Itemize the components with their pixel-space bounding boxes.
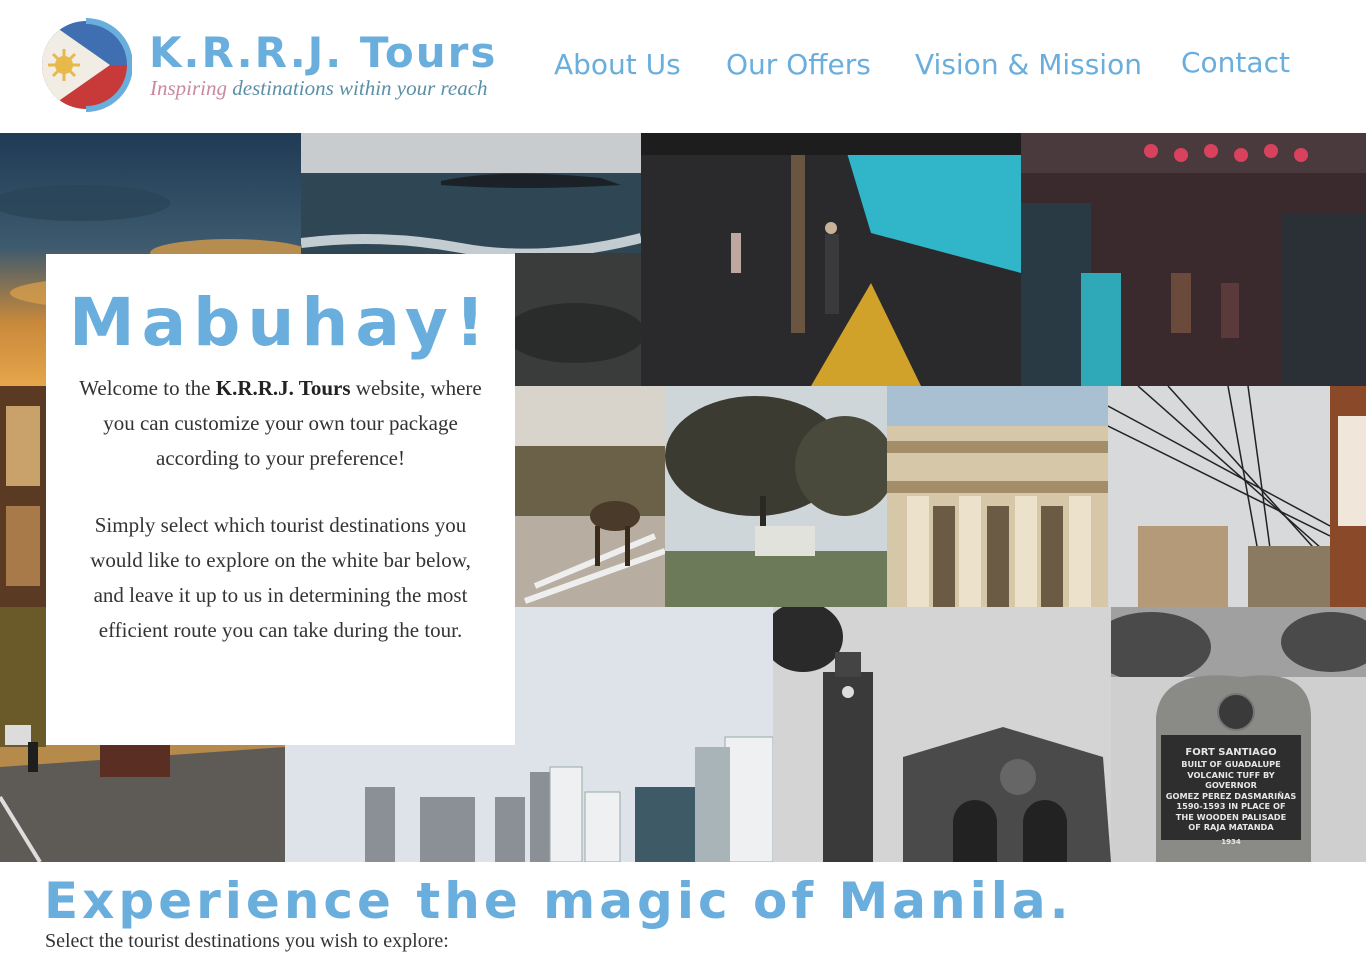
marker-line-4: GOMEZ PEREZ DASMARIÑAS <box>1165 790 1297 801</box>
welcome-card: Mabuhay! Welcome to the K.R.R.J. Tours w… <box>46 254 515 745</box>
marker-line-2: BUILT OF GUADALUPE <box>1181 759 1281 769</box>
rocky-shore-photo <box>515 253 641 386</box>
fort-santiago-marker-photo: FORT SANTIAGO BUILT OF GUADALUPE VOLCANI… <box>1111 607 1366 862</box>
destination-instruction: Select the tourist destinations you wish… <box>45 930 449 952</box>
night-market-photo <box>1021 133 1366 386</box>
manila-cathedral-photo <box>773 607 1111 862</box>
main-nav: About Us Our Offers Vision & Mission Con… <box>0 46 1366 88</box>
wooden-window-photo <box>1330 386 1366 607</box>
nav-about-us[interactable]: About Us <box>554 48 681 81</box>
train-station-photo <box>641 133 1021 386</box>
park-trees-photo <box>665 386 887 607</box>
marker-line-3: VOLCANIC TUFF BY GOVERNOR <box>1187 769 1275 791</box>
bus-interior-photo <box>0 386 46 607</box>
welcome-title: Mabuhay! <box>68 284 493 361</box>
photo-collage: FORT SANTIAGO BUILT OF GUADALUPE VOLCANI… <box>0 133 1366 862</box>
marker-line-6: THE WOODEN PALISADE <box>1175 811 1287 822</box>
neoclassical-building-photo <box>887 386 1108 607</box>
power-lines-photo <box>1108 386 1330 607</box>
marker-year: 1934 <box>1221 837 1241 846</box>
welcome-intro-brand: K.R.R.J. Tours <box>215 376 351 400</box>
nav-contact[interactable]: Contact <box>1181 46 1290 79</box>
marker-line-7: OF RAJA MATANDA <box>1188 822 1274 832</box>
welcome-instructions: Simply select which tourist destinations… <box>90 513 471 642</box>
experience-headline: Experience the magic of Manila. <box>44 872 1073 930</box>
marker-line-1: FORT SANTIAGO <box>1185 747 1277 758</box>
site-header: K.R.R.J. Tours Inspiring destinations wi… <box>0 0 1366 133</box>
nav-our-offers[interactable]: Our Offers <box>726 48 871 81</box>
welcome-intro: Welcome to the K.R.R.J. Tours website, w… <box>76 371 485 476</box>
marker-plaque: FORT SANTIAGO BUILT OF GUADALUPE VOLCANI… <box>1161 746 1301 847</box>
nav-vision-mission[interactable]: Vision & Mission <box>915 48 1142 81</box>
welcome-intro-before: Welcome to the <box>79 376 216 400</box>
calesa-street-photo <box>515 386 665 607</box>
marker-line-5: 1590-1593 IN PLACE OF <box>1176 801 1286 811</box>
